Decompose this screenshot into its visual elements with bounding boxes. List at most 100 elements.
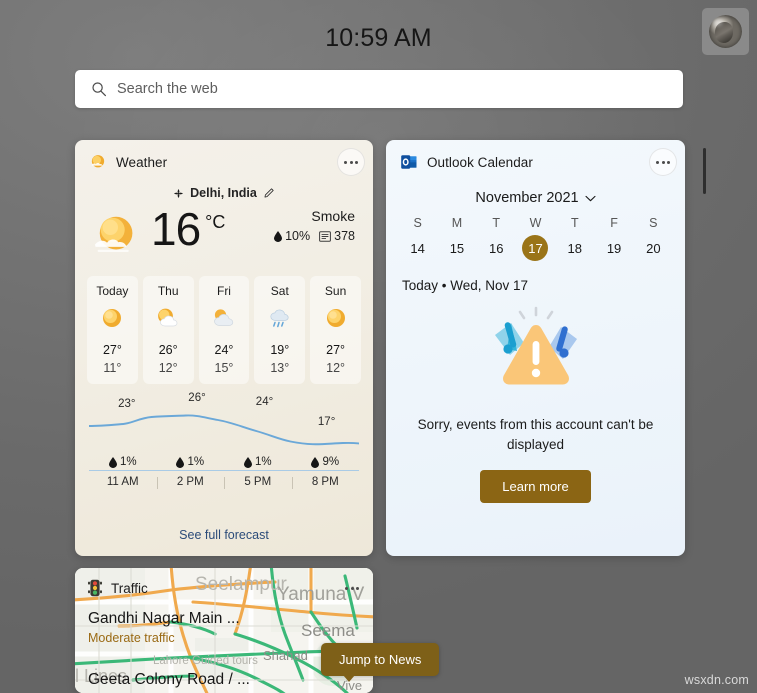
forecast-day[interactable]: Sat 19° 13° (254, 276, 306, 384)
traffic-header: Traffic (75, 568, 373, 608)
forecast-day-name: Thu (157, 284, 179, 298)
learn-more-button[interactable]: Learn more (480, 469, 591, 503)
warning-triangle-icon (494, 306, 577, 385)
forecast-day[interactable]: Thu 26° 12° (142, 276, 194, 384)
hourly-precipitation-row: 1% 1% 1% 9% (89, 456, 359, 468)
outlook-icon (401, 155, 417, 169)
calendar-weekday: T (570, 216, 579, 230)
water-drop-icon (108, 456, 117, 468)
calendar-date[interactable]: 19 (601, 235, 627, 261)
outlook-calendar-widget[interactable]: Outlook Calendar November 2021 S M T W T… (386, 140, 685, 556)
calendar-date[interactable]: 15 (444, 235, 470, 261)
partly-cloudy-icon (158, 308, 178, 327)
weather-condition-label: Smoke (311, 208, 355, 224)
forecast-high: 27° (102, 343, 122, 357)
calendar-title: Outlook Calendar (427, 154, 533, 170)
hour-temp-label: 24° (255, 396, 274, 408)
hourly-temperature-line (89, 414, 359, 446)
forecast-day-name: Today (96, 284, 129, 298)
precip-cell: 1% (224, 456, 292, 468)
forecast-day-name: Fri (216, 284, 231, 298)
weather-location-row[interactable]: Delhi, India (75, 186, 373, 200)
temperature-unit: °C (205, 212, 226, 232)
weather-more-button[interactable] (337, 148, 365, 176)
calendar-date-row: 14 15 16 17 18 19 20 (386, 234, 685, 262)
precip-cell: 1% (89, 456, 157, 468)
location-pin-icon (173, 188, 184, 198)
calendar-date[interactable]: 16 (483, 235, 509, 261)
calendar-today-label: Today • Wed, Nov 17 (402, 278, 529, 293)
air-quality-icon (319, 230, 332, 242)
forecast-low: 12° (158, 361, 178, 375)
calendar-date[interactable]: 14 (405, 235, 431, 261)
hourly-axis-line (89, 469, 359, 471)
sun-haze-icon (94, 216, 133, 253)
calendar-weekday: F (610, 216, 618, 230)
traffic-route-secondary[interactable]: Geeta Colony Road / ... (88, 671, 250, 689)
weather-metrics: 10% 378 (274, 229, 355, 243)
aqi-value: 378 (334, 229, 355, 243)
widget-board: Weather Delhi, India 16 °C Smoke 10% 378… (0, 0, 757, 693)
traffic-title: Traffic (111, 580, 148, 596)
calendar-month-label: November 2021 (475, 190, 579, 206)
precip-value: 1% (254, 456, 272, 468)
precip-cell: 1% (157, 456, 225, 468)
calendar-weekday-row: S M T W T F S (386, 216, 685, 230)
calendar-weekday: S (413, 216, 422, 230)
traffic-status: Moderate traffic (88, 631, 175, 645)
hour-label: 8 PM (291, 476, 360, 489)
hour-label: 11 AM (106, 476, 139, 488)
sunny-icon (326, 309, 345, 327)
hourly-labels-row: 11 AM 2 PM 5 PM 8 PM (89, 476, 360, 489)
hour-temp-label: 23° (118, 398, 136, 410)
forecast-high: 24° (214, 343, 234, 357)
calendar-weekday: M (451, 216, 463, 230)
precip-value: 9% (322, 456, 340, 468)
hour-temp-label: 26° (188, 392, 206, 404)
forecast-day[interactable]: Today 27° 11° (87, 276, 138, 384)
calendar-weekday: W (529, 216, 542, 230)
calendar-weekday: T (492, 216, 501, 230)
calendar-error-state: Sorry, events from this account can't be… (386, 305, 685, 503)
hour-label: 2 PM (156, 476, 225, 489)
jump-to-news-button[interactable]: Jump to News (321, 643, 440, 682)
hour-label: 5 PM (224, 476, 292, 489)
precip-value: 1% (187, 456, 205, 468)
calendar-date[interactable]: 18 (562, 235, 588, 261)
traffic-more-button[interactable] (339, 575, 365, 601)
calendar-date-today[interactable]: 17 (522, 235, 549, 261)
calendar-error-text: Sorry, events from this account can't be… (417, 417, 654, 453)
see-full-forecast-link[interactable]: See full forecast (75, 528, 373, 542)
calendar-date[interactable]: 20 (640, 235, 666, 261)
traffic-route-primary[interactable]: Gandhi Nagar Main ... (88, 610, 240, 628)
board-scrollbar[interactable] (703, 148, 706, 194)
weather-header: Weather (75, 140, 373, 184)
calendar-more-button[interactable] (649, 148, 677, 176)
calendar-month-selector[interactable]: November 2021 (386, 190, 685, 206)
weather-location-name: Delhi, India (190, 186, 257, 200)
watermark: wsxdn.com (684, 673, 749, 687)
pencil-icon[interactable] (263, 187, 275, 199)
forecast-high: 27° (326, 343, 346, 357)
water-drop-icon (311, 456, 320, 468)
forecast-day-name: Sun (324, 284, 347, 298)
hourly-temperature-chart: 23° 26° 24° 17° 1% 1% 1% 9% 11 AM 2 PM 5… (89, 392, 360, 489)
aqi-metric: 378 (319, 229, 355, 243)
current-temperature: 16 (151, 203, 201, 255)
forecast-day[interactable]: Sun 27° 12° (310, 276, 361, 384)
weather-current: 16 °C Smoke 10% 378 (75, 200, 373, 268)
cloudy-icon (214, 309, 234, 326)
forecast-day-name: Sat (270, 284, 289, 298)
water-drop-icon (274, 230, 283, 242)
rain-icon (270, 309, 289, 328)
precip-cell: 9% (292, 456, 360, 468)
forecast-day[interactable]: Fri 24° 15° (198, 276, 250, 384)
chevron-down-icon (585, 195, 596, 201)
precipitation-metric: 10% (274, 229, 310, 243)
precip-value: 1% (119, 456, 137, 468)
forecast-low: 11° (103, 361, 122, 375)
weather-title: Weather (116, 154, 168, 170)
weather-widget[interactable]: Weather Delhi, India 16 °C Smoke 10% 378… (75, 140, 373, 556)
traffic-light-icon (88, 579, 102, 597)
forecast-high: 26° (158, 343, 178, 357)
